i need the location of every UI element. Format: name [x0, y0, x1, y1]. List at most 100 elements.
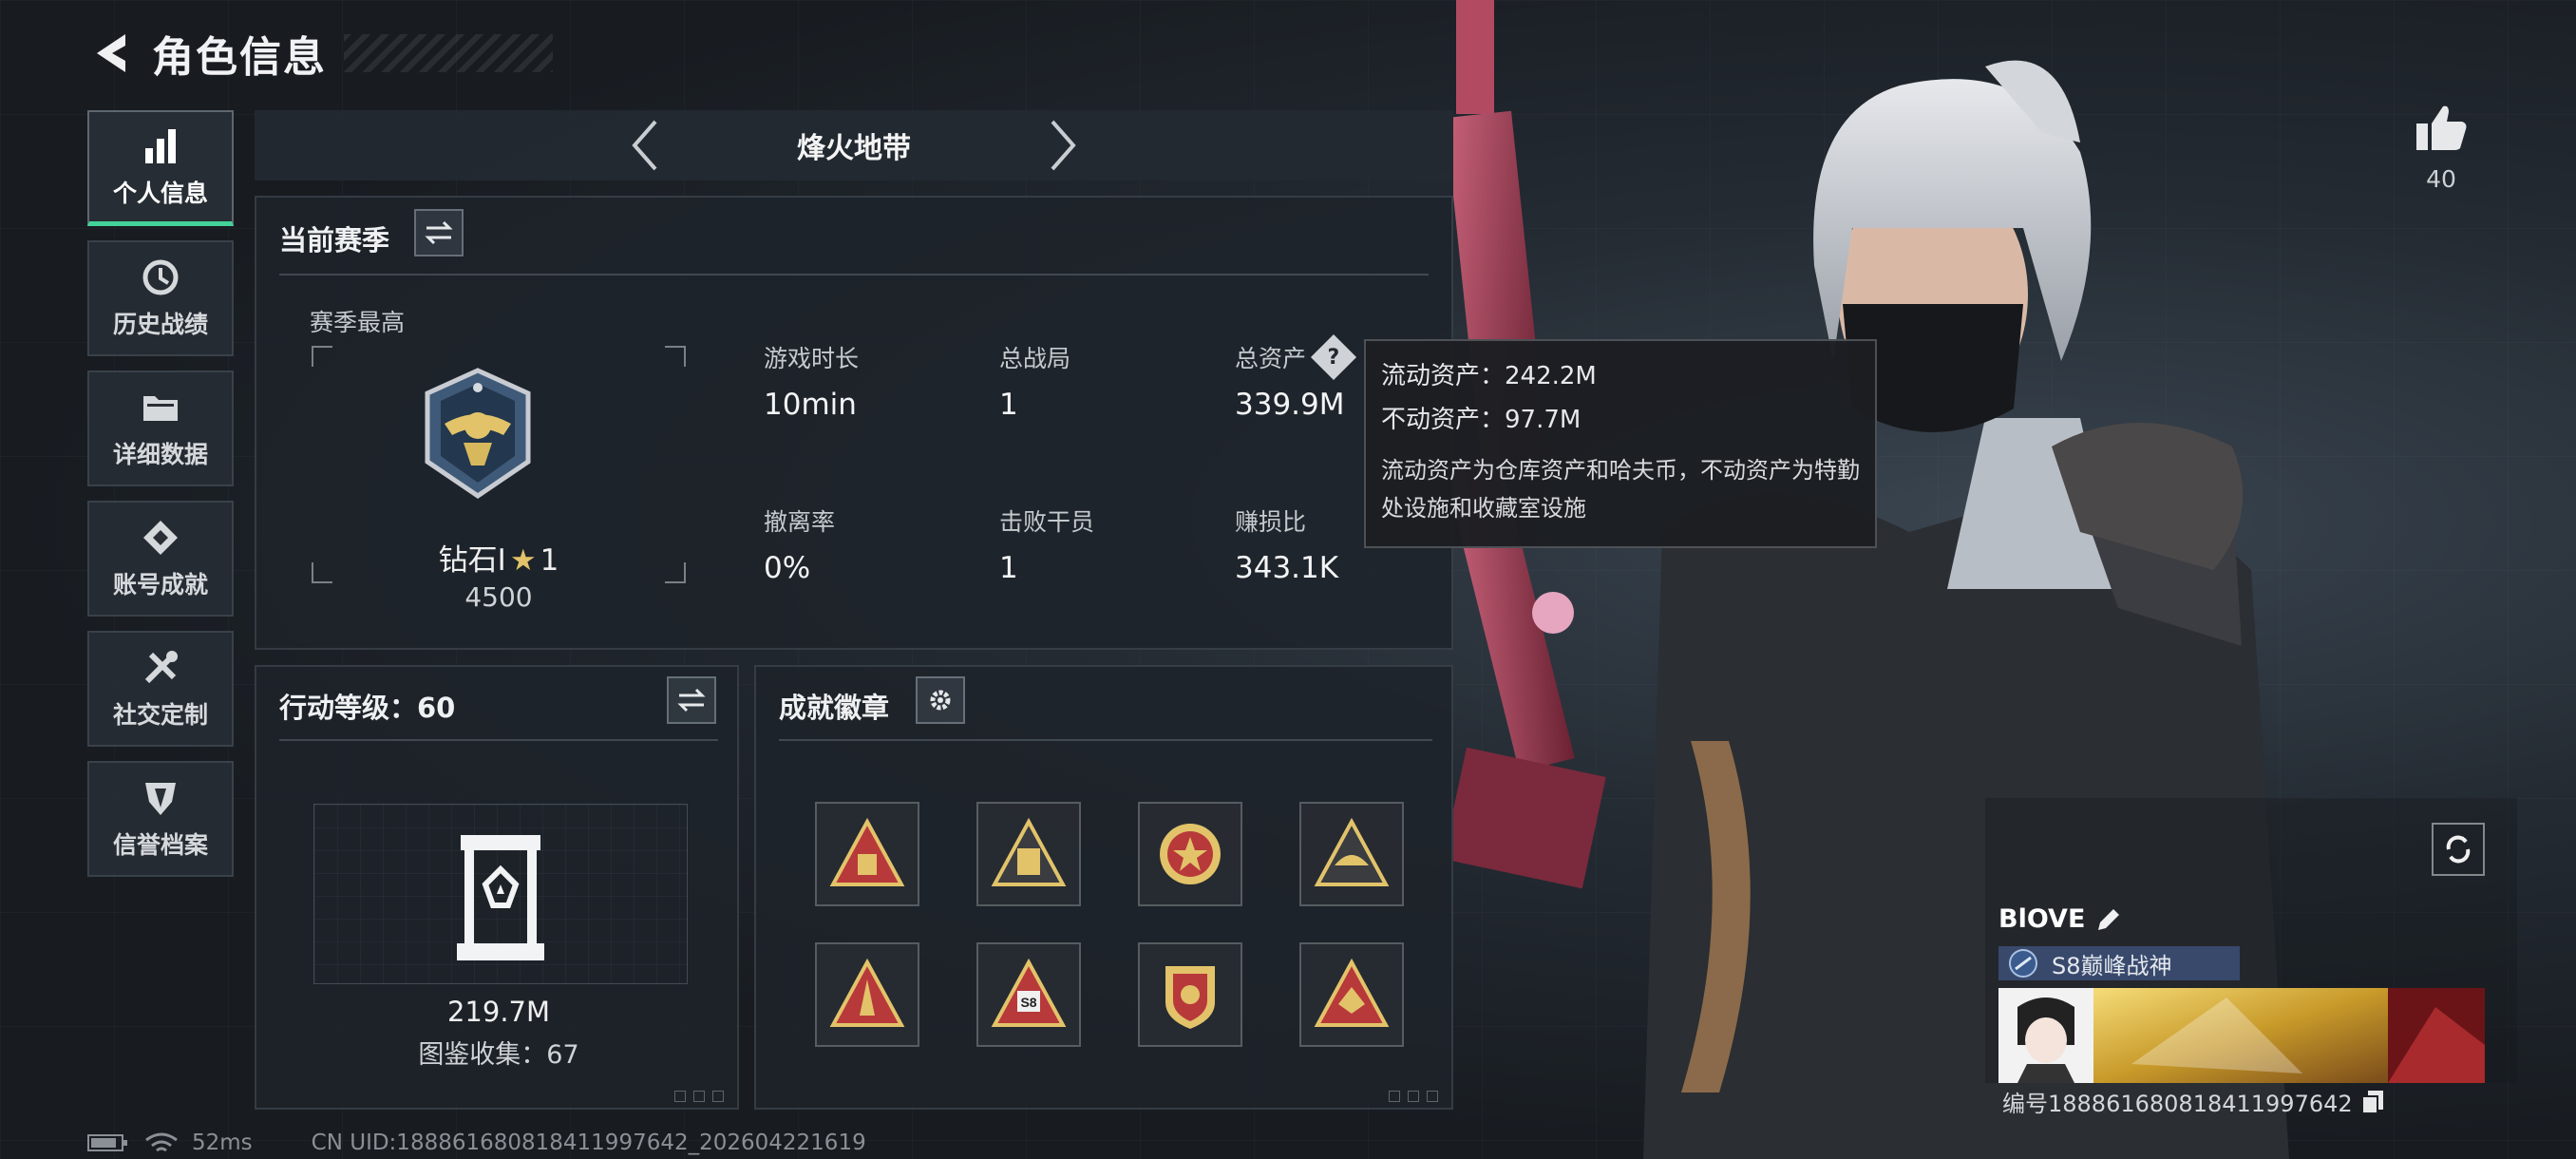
- chevron-left-icon: [632, 120, 657, 171]
- avatar-card: [1998, 988, 2093, 1083]
- rank-name: 钻石I ★ 1: [438, 543, 559, 578]
- sidebar-item-label: 信誉档案: [112, 831, 208, 859]
- copy-icon[interactable]: [2360, 1089, 2385, 1115]
- rank-badge-icon: [425, 368, 531, 500]
- player-showcase-cards[interactable]: [1998, 988, 2485, 1083]
- season-title: 当前赛季: [279, 224, 390, 256]
- player-title-banner: S8巅峰战神: [1998, 946, 2240, 980]
- triangle-medal-icon: [1314, 817, 1390, 886]
- sidebar-item-social[interactable]: 社交定制: [87, 631, 234, 747]
- title-emblem-icon: [2009, 949, 2037, 978]
- sidebar-item-credit[interactable]: 信誉档案: [87, 761, 234, 877]
- stat-total-matches: 总战局 1: [999, 345, 1071, 422]
- triangle-medal-icon: [1314, 958, 1390, 1027]
- sidebar-item-label: 详细数据: [112, 441, 208, 468]
- edit-icon[interactable]: [2094, 905, 2123, 934]
- collection-count: 图鉴收集：67: [418, 1040, 579, 1070]
- tooltip-description: 流动资产为仓库资产和哈夫币，不动资产为特勤处设施和收藏室设施: [1381, 457, 1860, 522]
- chevron-right-icon: [1051, 120, 1076, 171]
- swap-icon: [677, 688, 706, 712]
- sidebar-item-detail-data[interactable]: 详细数据: [87, 370, 234, 486]
- tools-icon: [140, 647, 181, 689]
- action-separator: [279, 739, 718, 741]
- stat-play-time: 游戏时长 10min: [764, 345, 860, 422]
- credit-icon: [140, 777, 181, 819]
- refresh-icon: [2446, 835, 2471, 864]
- medal-2[interactable]: [976, 802, 1081, 906]
- uid: CN UID:188861680818411997642_20260422161…: [311, 1130, 866, 1155]
- page-header: 角色信息: [87, 25, 553, 82]
- season-panel: 当前赛季 赛季最高 钻石I ★ 1 4500 游戏时长 10min 总战局 1 总资…: [255, 196, 1453, 650]
- rank-display: 钻石I ★ 1 4500: [312, 346, 686, 613]
- achievement-settings-button[interactable]: [916, 676, 965, 724]
- medal-3[interactable]: [1138, 802, 1242, 906]
- player-id: 编号1888616808184119976​42: [2002, 1085, 2385, 1118]
- achievement-separator: [779, 739, 1432, 741]
- battery-icon: [87, 1134, 127, 1151]
- likes-widget[interactable]: 40: [2408, 103, 2474, 193]
- folder-icon: [140, 387, 181, 428]
- shield-medal-icon: [1165, 966, 1215, 1029]
- action-switch-button[interactable]: [667, 676, 716, 724]
- triangle-medal-icon: S8: [991, 958, 1067, 1027]
- gold-banner-card: [2093, 988, 2388, 1083]
- back-button[interactable]: [87, 28, 133, 78]
- season-switch-button[interactable]: [414, 209, 464, 256]
- player-name: BlOVE: [1998, 904, 2123, 934]
- collection-value: 219.7M: [446, 996, 551, 1028]
- bar-chart-icon: [140, 125, 181, 167]
- sidebar-item-history[interactable]: 历史战绩: [87, 240, 234, 356]
- assets-tooltip: 流动资产：242.2M 不动资产：97.7M 流动资产为仓库资产和哈夫币，不动资…: [1364, 339, 1877, 548]
- display-case-icon: [457, 835, 544, 960]
- mode-name: 烽火地带: [797, 132, 911, 165]
- medal-6[interactable]: S8: [976, 942, 1081, 1047]
- medal-7[interactable]: [1138, 942, 1242, 1047]
- triangle-medal-icon: [829, 958, 905, 1027]
- mode-prev-button[interactable]: [616, 117, 673, 174]
- collection-display[interactable]: [313, 804, 688, 984]
- ping: 52ms: [192, 1130, 253, 1155]
- stat-operators-defeated: 击败干员 1: [999, 508, 1095, 585]
- red-banner-card: [2388, 988, 2485, 1083]
- tooltip-liquid-assets: 流动资产：242.2M: [1381, 362, 1597, 390]
- page-title: 角色信息: [152, 33, 327, 82]
- medal-5[interactable]: [815, 942, 919, 1047]
- sidebar-item-label: 个人信息: [112, 179, 208, 207]
- round-medal-icon: [1160, 824, 1221, 884]
- thumbs-up-icon: [2416, 105, 2467, 150]
- triangle-medal-icon: [991, 817, 1067, 886]
- swap-icon: [425, 220, 453, 245]
- likes-count: 40: [2426, 165, 2456, 193]
- season-separator: [279, 274, 1429, 276]
- medal-8[interactable]: [1299, 942, 1404, 1047]
- sidebar-item-achievement[interactable]: 账号成就: [87, 501, 234, 617]
- achievement-icon: [140, 517, 181, 559]
- sidebar-item-label: 社交定制: [112, 701, 208, 729]
- medal-1[interactable]: [815, 802, 919, 906]
- stat-extract-rate: 撤离率 0%: [764, 508, 836, 585]
- action-level-title: 行动等级：60: [279, 692, 456, 724]
- achievement-title: 成就徽章: [779, 692, 890, 724]
- star-icon: ★: [509, 543, 537, 578]
- svg-text:S8: S8: [1020, 995, 1036, 1010]
- tooltip-fixed-assets: 不动资产：97.7M: [1381, 406, 1582, 434]
- gear-icon: [930, 690, 951, 711]
- sidebar-item-label: 历史战绩: [112, 311, 208, 338]
- stat-total-assets: 总资产? 339.9M: [1235, 333, 1357, 422]
- refresh-button[interactable]: [2432, 823, 2485, 876]
- help-icon[interactable]: ?: [1310, 333, 1357, 381]
- player-card: BlOVE S8巅峰战神 编号1888616808184119976​42: [1995, 899, 2489, 1117]
- status-bar: 52ms CN UID:188861680818411997642_202604…: [87, 1129, 866, 1157]
- sidebar-item-personal-info[interactable]: 个人信息: [87, 110, 234, 226]
- mode-next-button[interactable]: [1034, 117, 1091, 174]
- stat-profit-ratio: 赚损比 343.1K: [1235, 508, 1339, 585]
- sidebar-item-label: 账号成就: [112, 571, 208, 598]
- history-icon: [140, 256, 181, 298]
- action-level-panel: 行动等级：60 219.7M 图鉴收集：67: [255, 665, 739, 1110]
- rank-score: 4500: [464, 581, 533, 613]
- back-arrow-icon: [97, 34, 125, 72]
- triangle-medal-icon: [829, 817, 905, 886]
- medal-4[interactable]: [1299, 802, 1404, 906]
- season-best-label: 赛季最高: [310, 309, 406, 336]
- achievement-panel: 成就徽章 S8: [754, 665, 1453, 1110]
